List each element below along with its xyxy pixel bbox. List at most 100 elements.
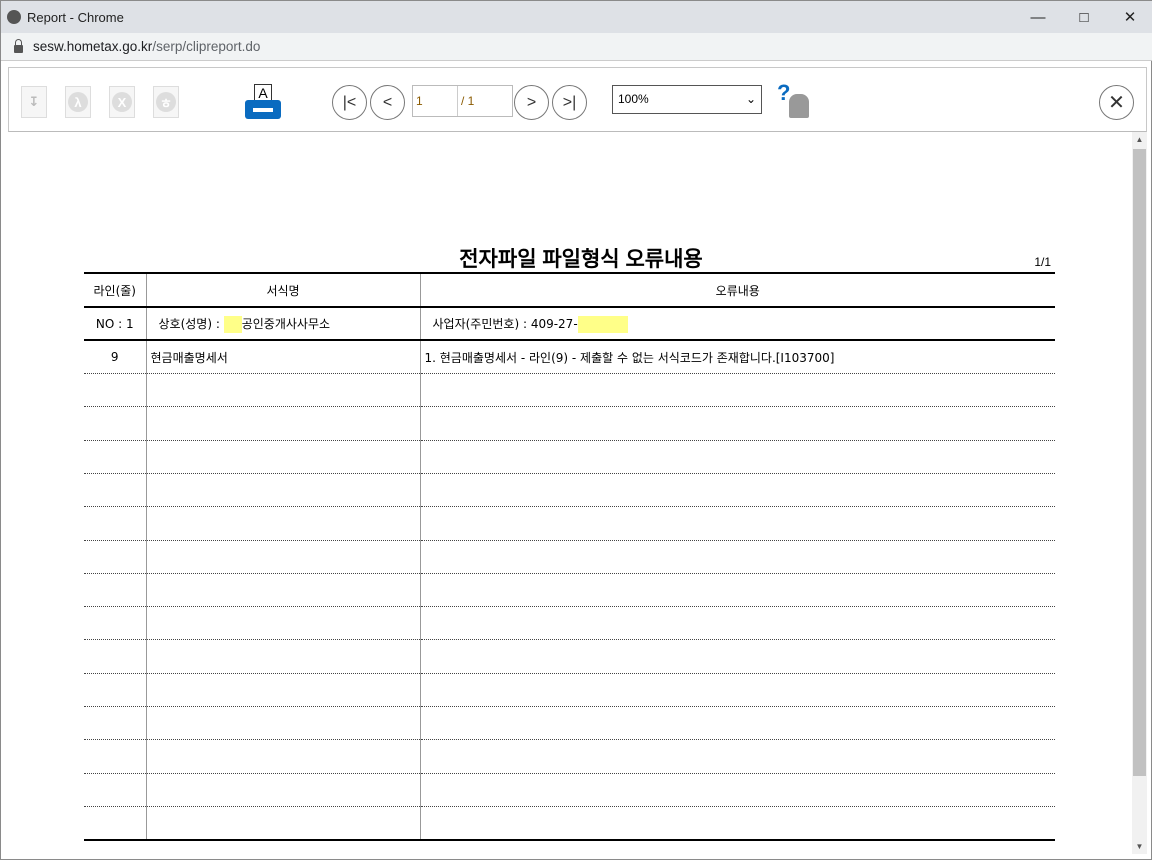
cell <box>146 773 421 807</box>
close-report-button[interactable]: ✕ <box>1099 85 1134 120</box>
table-header: 라인(줄) 서식명 오류내용 <box>84 272 1055 308</box>
table-row-empty <box>84 506 1055 541</box>
cell <box>84 506 147 541</box>
pdf-export-icon[interactable]: λ <box>65 86 91 118</box>
print-button[interactable]: A <box>245 84 281 120</box>
cell <box>420 406 1055 441</box>
cell <box>146 540 421 574</box>
next-page-button[interactable]: > <box>514 85 549 120</box>
table-row-empty <box>84 639 1055 674</box>
cell <box>84 639 147 674</box>
redaction <box>223 315 242 333</box>
cell <box>146 473 421 508</box>
cell <box>84 673 147 708</box>
cell <box>146 573 421 608</box>
cell <box>84 806 147 841</box>
table-row-empty <box>84 806 1055 841</box>
cell <box>420 773 1055 807</box>
cell <box>420 573 1055 608</box>
cell <box>146 739 421 774</box>
excel-export-icon[interactable]: X <box>109 86 135 118</box>
chevron-down-icon: ⌄ <box>745 92 756 106</box>
hwp-export-icon[interactable]: ㅎ <box>153 86 179 118</box>
cell <box>84 540 147 574</box>
name-suffix: 공인중개사사무소 <box>241 316 331 331</box>
table-row-empty <box>84 606 1055 641</box>
help-button[interactable]: ? <box>775 80 811 120</box>
maximize-button[interactable]: □ <box>1061 1 1107 33</box>
table-row-empty <box>84 673 1055 708</box>
name-label: 상호(성명) : <box>158 316 220 331</box>
table-row: 9 현금매출명세서 1. 현금매출명세서 - 라인(9) - 제출할 수 없는 … <box>84 340 1055 375</box>
cell <box>146 606 421 641</box>
vertical-scrollbar[interactable]: ▲ ▼ <box>1132 132 1147 854</box>
cell <box>420 373 1055 408</box>
report-toolbar: ↧ λ X ㅎ A |< < 1 / 1 > >| 100% ⌄ ? ✕ <box>8 67 1147 132</box>
table-row-empty <box>84 706 1055 741</box>
cell <box>84 473 147 508</box>
row-error: 1. 현금매출명세서 - 라인(9) - 제출할 수 없는 서식코드가 존재합니… <box>420 340 1055 375</box>
cell <box>146 806 421 841</box>
page-input[interactable]: 1 / 1 <box>412 85 513 117</box>
lock-icon <box>14 38 23 53</box>
company-biz-number: 사업자(주민번호) : 409-27- <box>420 307 1055 342</box>
table-row-empty <box>84 406 1055 441</box>
cell <box>420 739 1055 774</box>
cell <box>420 506 1055 541</box>
row-form: 현금매출명세서 <box>146 340 421 375</box>
page-total: / 1 <box>461 94 475 108</box>
prev-page-button[interactable]: < <box>370 85 405 120</box>
cell <box>420 673 1055 708</box>
first-page-button[interactable]: |< <box>332 85 367 120</box>
last-page-button[interactable]: >| <box>552 85 587 120</box>
address-bar[interactable]: sesw.hometax.go.kr/serp/clipreport.do <box>1 33 1152 61</box>
close-window-button[interactable]: ✕ <box>1107 1 1152 33</box>
table-row-empty <box>84 739 1055 774</box>
url-path: /serp/clipreport.do <box>152 39 261 54</box>
scroll-thumb[interactable] <box>1133 149 1146 776</box>
globe-icon <box>7 10 21 24</box>
company-no: NO : 1 <box>84 307 147 342</box>
cell <box>146 440 421 474</box>
cell <box>146 506 421 541</box>
scroll-down-icon[interactable]: ▼ <box>1132 842 1147 851</box>
cell <box>146 373 421 408</box>
window-title: Report - Chrome <box>27 9 124 25</box>
zoom-select[interactable]: 100% ⌄ <box>612 85 762 114</box>
company-name: 상호(성명) : 공인중개사사무소 <box>146 307 421 342</box>
cell <box>84 739 147 774</box>
table-row-empty <box>84 573 1055 608</box>
header-line: 라인(줄) <box>84 272 147 308</box>
header-form: 서식명 <box>146 272 421 308</box>
table-row-empty <box>84 473 1055 508</box>
cell <box>420 806 1055 841</box>
table-row-empty <box>84 540 1055 574</box>
cell <box>84 773 147 807</box>
cell <box>84 706 147 741</box>
url-text: sesw.hometax.go.kr/serp/clipreport.do <box>33 39 260 54</box>
cell <box>420 473 1055 508</box>
url-host: sesw.hometax.go.kr <box>33 39 153 54</box>
cell <box>84 573 147 608</box>
zoom-value: 100% <box>618 92 649 106</box>
cell <box>420 540 1055 574</box>
cell <box>146 673 421 708</box>
cell <box>84 406 147 441</box>
cell <box>420 639 1055 674</box>
company-row: NO : 1 상호(성명) : 공인중개사사무소 사업자(주민번호) : 409… <box>84 307 1055 342</box>
biz-label: 사업자(주민번호) : 409-27- <box>432 316 578 331</box>
save-icon[interactable]: ↧ <box>21 86 47 118</box>
report-title: 전자파일 파일형식 오류내용 <box>459 248 703 271</box>
table-row-empty <box>84 373 1055 408</box>
page-current[interactable]: 1 <box>413 86 458 116</box>
window-titlebar: Report - Chrome — □ ✕ <box>1 1 1152 33</box>
scroll-up-icon[interactable]: ▲ <box>1132 135 1147 144</box>
table-row-empty <box>84 440 1055 474</box>
cell <box>84 373 147 408</box>
header-error: 오류내용 <box>420 272 1055 308</box>
cell <box>84 606 147 641</box>
minimize-button[interactable]: — <box>1015 1 1061 33</box>
cell <box>146 639 421 674</box>
cell <box>146 406 421 441</box>
cell <box>420 440 1055 474</box>
